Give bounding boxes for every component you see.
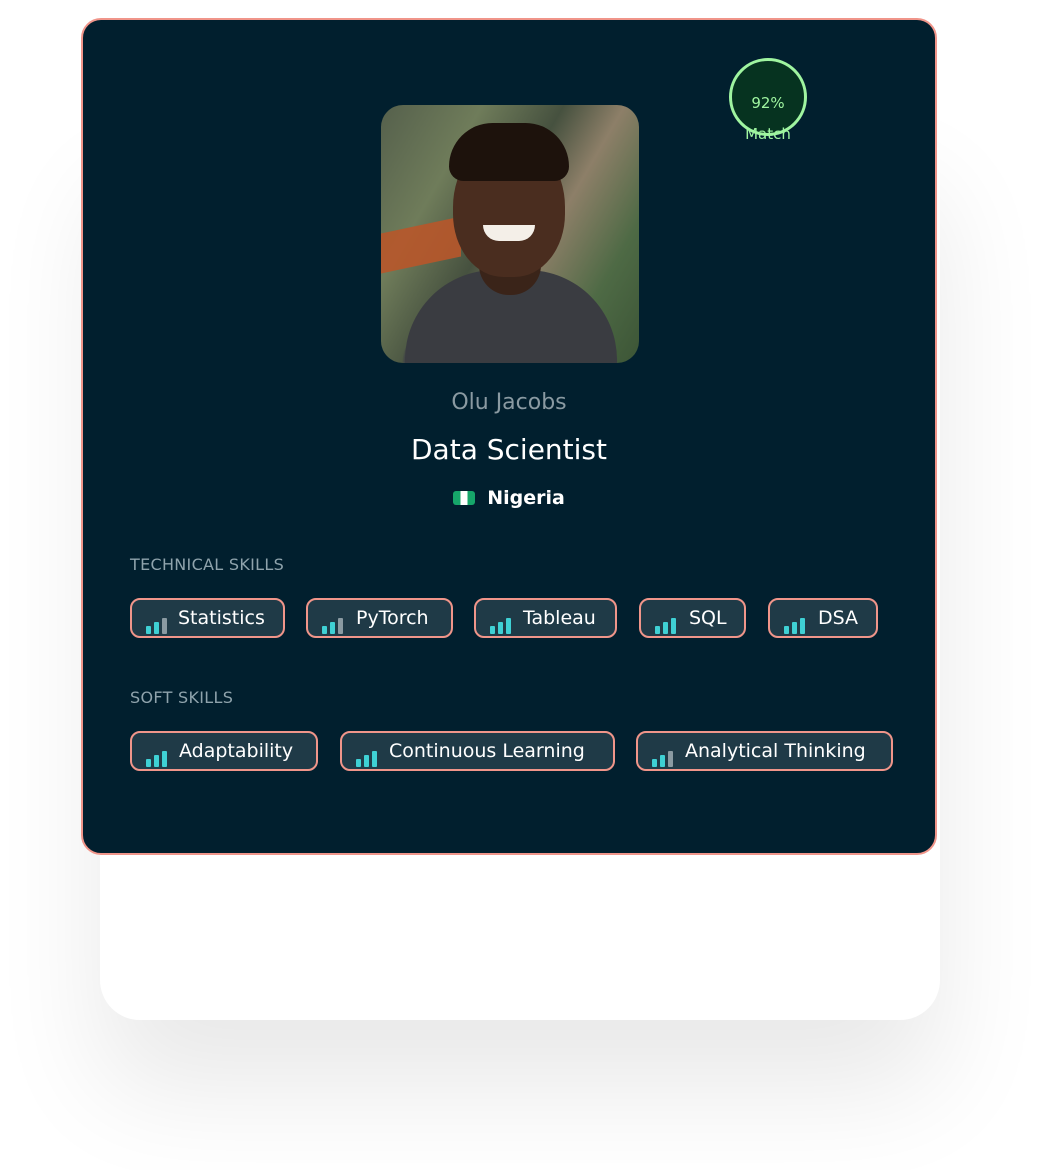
- skill-label: PyTorch: [356, 607, 429, 629]
- skill-chip-tableau[interactable]: Tableau: [474, 598, 617, 638]
- skill-label: Adaptability: [179, 740, 294, 762]
- photo-background-detail: [381, 216, 461, 274]
- profile-country: Nigeria: [83, 485, 935, 511]
- skill-chip-pytorch[interactable]: PyTorch: [306, 598, 453, 638]
- profile-name: Olu Jacobs: [451, 390, 567, 415]
- nigeria-flag-icon: [453, 491, 476, 505]
- skill-chip-adaptability[interactable]: Adaptability: [130, 731, 318, 771]
- skill-level-icon: [490, 610, 512, 634]
- skill-level-icon: [784, 610, 806, 634]
- skill-level-icon: [356, 743, 378, 767]
- skill-level-icon: [655, 610, 677, 634]
- profile-card[interactable]: 92% Match Olu Jacobs Data Scientist Nige…: [81, 18, 937, 855]
- technical-skills-title: TECHNICAL SKILLS: [130, 555, 285, 574]
- skill-chip-sql[interactable]: SQL: [639, 598, 746, 638]
- soft-skills-title: SOFT SKILLS: [130, 688, 234, 707]
- skill-level-icon: [146, 610, 168, 634]
- skill-level-icon: [322, 610, 344, 634]
- country-label: Nigeria: [487, 487, 565, 509]
- skill-chip-dsa[interactable]: DSA: [768, 598, 878, 638]
- skill-chip-continuous-learning[interactable]: Continuous Learning: [340, 731, 615, 771]
- match-label: Match: [745, 125, 791, 143]
- match-percent: 92%: [751, 94, 785, 112]
- skill-label: Continuous Learning: [389, 740, 585, 762]
- skill-label: Statistics: [178, 607, 265, 629]
- skill-label: Tableau: [523, 607, 596, 629]
- skill-label: SQL: [689, 607, 727, 629]
- profile-photo: [381, 105, 639, 363]
- skill-chip-statistics[interactable]: Statistics: [130, 598, 285, 638]
- stage: 92% Match Olu Jacobs Data Scientist Nige…: [0, 0, 1041, 1170]
- photo-hair: [449, 123, 569, 181]
- skill-level-icon: [652, 743, 674, 767]
- match-badge: 92% Match: [729, 58, 807, 143]
- profile-role: Data Scientist: [411, 433, 607, 466]
- skill-level-icon: [146, 743, 168, 767]
- skill-label: DSA: [818, 607, 859, 629]
- photo-smile: [483, 225, 535, 241]
- skill-label: Analytical Thinking: [685, 740, 866, 762]
- skill-chip-analytical-thinking[interactable]: Analytical Thinking: [636, 731, 893, 771]
